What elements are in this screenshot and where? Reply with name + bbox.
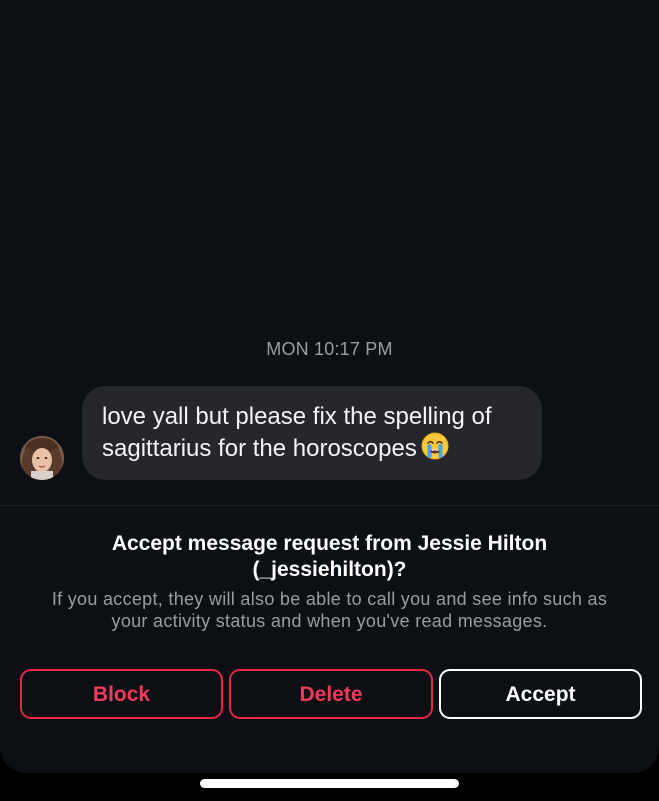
sender-avatar[interactable] xyxy=(20,436,64,480)
dm-request-screen: MON 10:17 PM love yall but please fix th… xyxy=(0,0,659,801)
delete-button[interactable]: Delete xyxy=(229,669,433,719)
request-description: If you accept, they will also be able to… xyxy=(20,588,639,632)
home-indicator[interactable] xyxy=(200,779,459,788)
request-description-line-1: If you accept, they will also be able to… xyxy=(51,589,608,609)
crying-face-emoji-icon xyxy=(421,432,449,468)
request-title-line-1: Accept message request from Jessie Hilto… xyxy=(111,532,548,555)
message-text-line-1: love yall but please fix the spelling of xyxy=(102,403,492,430)
accept-button[interactable]: Accept xyxy=(439,669,642,719)
block-button[interactable]: Block xyxy=(20,669,223,719)
message-timestamp: MON 10:17 PM xyxy=(266,339,393,359)
request-description-line-2: your activity status and when you've rea… xyxy=(111,611,548,631)
avatar-photo xyxy=(20,436,64,480)
message-text-line-2: sagittarius for the horoscopes xyxy=(102,435,417,462)
section-divider xyxy=(0,505,659,506)
message-bubble[interactable]: love yall but please fix the spelling of… xyxy=(82,386,542,480)
request-title-line-2: (_jessiehilton)? xyxy=(252,558,407,581)
conversation-sheet: MON 10:17 PM love yall but please fix th… xyxy=(0,0,659,773)
request-title: Accept message request from Jessie Hilto… xyxy=(60,531,599,583)
